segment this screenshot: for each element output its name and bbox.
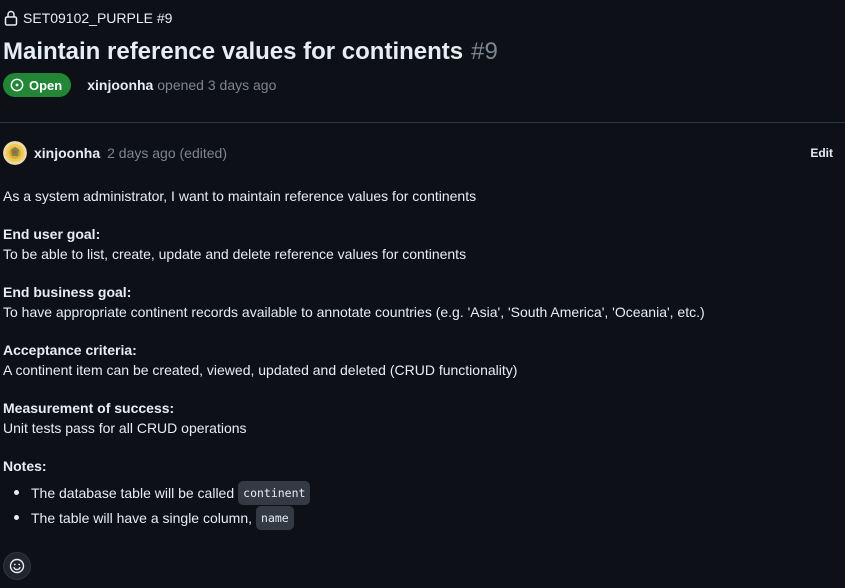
lock-icon [4,10,18,26]
comment-header: xinjoonha 2 days ago (edited) Edit [3,141,833,165]
section-end-business-goal: End business goal: To have appropriate c… [3,282,833,322]
comment-intro: As a system administrator, I want to mai… [3,188,477,204]
section-text: Unit tests pass for all CRUD operations [3,420,247,436]
edit-button[interactable]: Edit [810,146,833,160]
opened-text: opened 3 days ago [157,77,277,93]
avatar[interactable] [3,141,27,165]
section-text: To be able to list, create, update and d… [3,246,467,262]
notes-heading-wrap: Notes: [3,456,833,476]
status-badge: Open [3,73,72,97]
section-measurement-of-success: Measurement of success: Unit tests pass … [3,398,833,438]
comment-author-link[interactable]: xinjoonha [34,145,100,161]
issue-title: Maintain reference values for continents [3,38,464,65]
section-text: A continent item can be created, viewed,… [3,362,518,378]
comment-body: As a system administrator, I want to mai… [3,186,833,530]
notes-heading: Notes: [3,458,47,474]
issue-page: SET09102_PURPLE #9 Maintain reference va… [0,0,845,588]
note-text: The database table will be called [31,484,235,501]
section-heading: End user goal: [3,226,101,242]
add-reaction-button[interactable] [3,552,31,580]
inline-code: name [256,505,294,530]
issue-author-link[interactable]: xinjoonha [87,77,153,93]
notes-list: The database table will be called contin… [3,480,833,530]
comment-header-left: xinjoonha 2 days ago (edited) [3,141,227,165]
section-text: To have appropriate continent records av… [3,304,705,320]
header-divider [0,122,845,123]
issue-title-row: Maintain reference values for continents… [3,38,498,66]
section-end-user-goal: End user goal: To be able to list, creat… [3,224,833,264]
section-heading: Measurement of success: [3,400,175,416]
smiley-icon [9,558,25,574]
repo-label[interactable]: SET09102_PURPLE #9 [23,10,172,26]
issue-meta: Open xinjoonha opened 3 days ago [3,73,276,97]
status-label: Open [29,77,63,93]
issue-number: #9 [471,38,498,65]
section-heading: End business goal: [3,284,132,300]
note-text: The table will have a single column, [31,509,253,526]
list-item: The database table will be called contin… [3,480,833,505]
issue-opened-info: xinjoonha opened 3 days ago [87,77,276,93]
issue-open-icon [10,78,24,92]
repo-breadcrumb[interactable]: SET09102_PURPLE #9 [4,10,172,26]
section-heading: Acceptance criteria: [3,342,137,358]
section-acceptance-criteria: Acceptance criteria: A continent item ca… [3,340,833,380]
inline-code: continent [238,480,311,505]
list-item: The table will have a single column, nam… [3,505,833,530]
comment-timestamp[interactable]: 2 days ago (edited) [107,145,227,161]
